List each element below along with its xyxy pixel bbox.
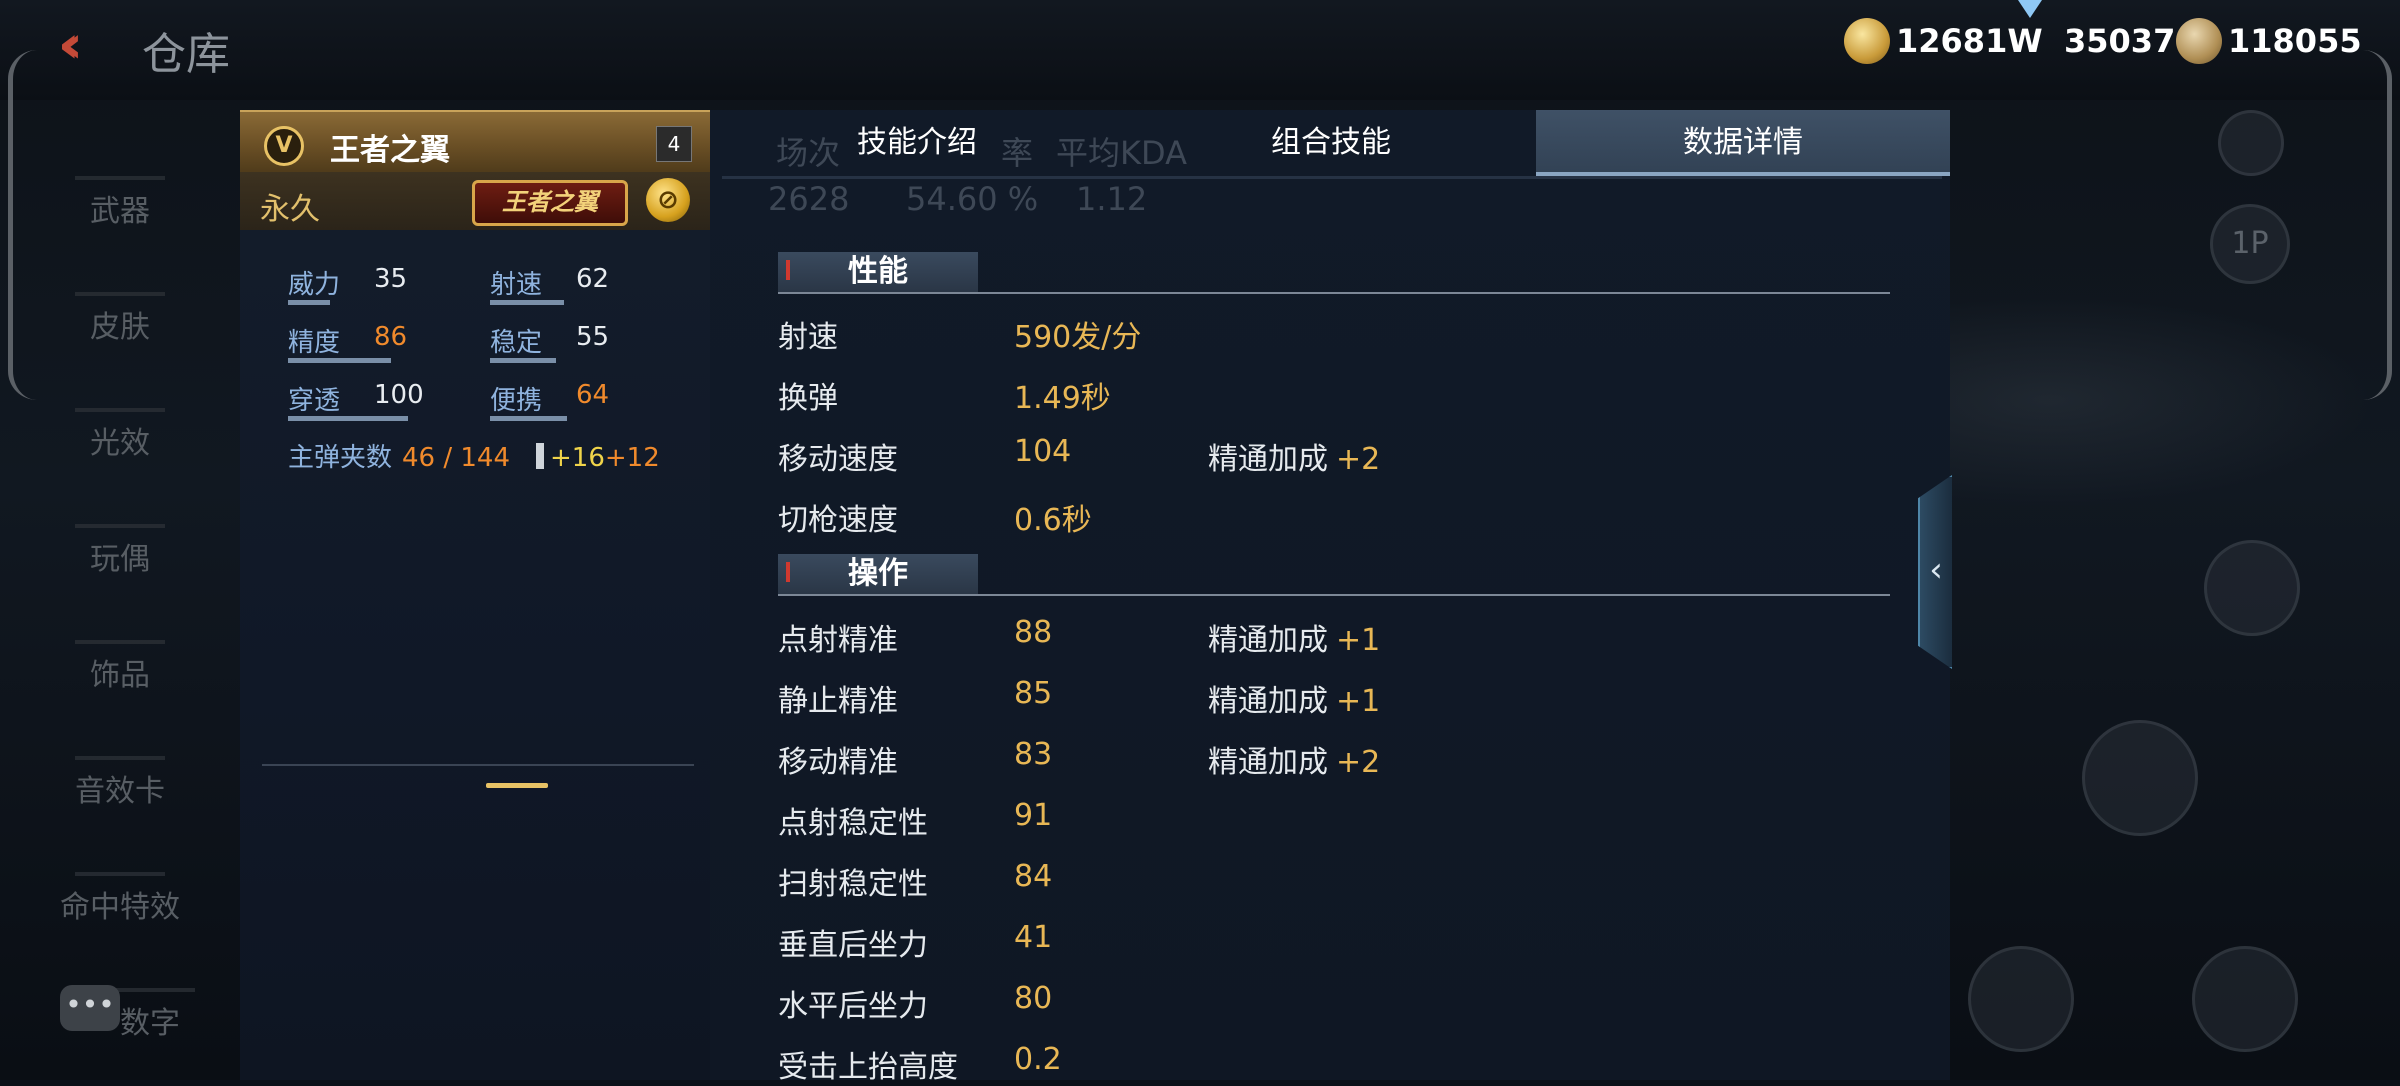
back-arrow-icon[interactable]: ‹‹ xyxy=(58,19,112,71)
weapon-info-panel: V 王者之翼 4 永久 王者之翼 ⊘ 威力 35 射速 62 精度 86 稳定 … xyxy=(240,110,712,1080)
bullet-icon[interactable] xyxy=(2082,720,2198,836)
stat-penetration: 穿透 100 xyxy=(288,380,424,421)
diamond-currency[interactable]: 35037 xyxy=(2006,0,2176,64)
category-sound-card[interactable]: 音效卡 xyxy=(0,730,240,810)
stat-bar xyxy=(490,300,564,305)
category-effect[interactable]: 光效 xyxy=(0,382,240,462)
section-title: 性能 xyxy=(778,252,978,292)
medal-currency[interactable]: 118055 xyxy=(2176,18,2362,64)
diamond-icon xyxy=(2006,0,2058,64)
category-hit-effect[interactable]: 命中特效 xyxy=(0,846,240,926)
medal-coin-icon xyxy=(2176,18,2222,64)
right-frame-bracket xyxy=(2363,50,2392,400)
vip-icon: V xyxy=(264,126,304,166)
stat-power: 威力 35 xyxy=(288,264,407,305)
section-header-performance: 性能 xyxy=(778,252,1890,294)
drag-handle[interactable] xyxy=(486,783,548,788)
tab-combo-skill[interactable]: 组合技能 xyxy=(1124,110,1538,176)
mastery-bonus: 精通加成 +2 xyxy=(1208,442,1381,477)
tab-underline xyxy=(722,176,1942,179)
bullet-icon xyxy=(536,443,545,469)
eye-hide-icon[interactable] xyxy=(2192,946,2298,1052)
ammo-bonus-1: +16 xyxy=(550,443,605,473)
tab-data-details[interactable]: 数据详情 xyxy=(1536,110,1950,176)
medal-amount: 118055 xyxy=(2228,22,2362,60)
stat-bar xyxy=(288,300,330,305)
ammo-info: 主弹夹数 46 / 144 +16+12 xyxy=(288,437,660,474)
ammo-bonus-2: +12 xyxy=(604,443,660,473)
chat-bubble-icon[interactable]: ••• xyxy=(60,985,120,1031)
stat-accuracy: 精度 86 xyxy=(288,322,407,363)
swap-icon[interactable] xyxy=(1968,946,2074,1052)
stat-fire-rate: 射速 62 xyxy=(490,264,609,305)
settings-icon[interactable] xyxy=(2218,110,2284,176)
weapon-subheader: 永久 王者之翼 ⊘ xyxy=(240,172,710,230)
section-header-operation: 操作 xyxy=(778,554,1890,596)
ammo-value: 46 / 144 xyxy=(402,443,511,473)
stat-stability: 稳定 55 xyxy=(490,322,609,363)
page-title: 仓库 xyxy=(142,29,230,80)
stat-bar xyxy=(288,416,408,421)
stat-bar xyxy=(288,358,391,363)
category-weapon[interactable]: 武器 xyxy=(0,150,240,230)
category-doll[interactable]: 玩偶 xyxy=(0,498,240,578)
mastery-bonus: 精通加成 +1 xyxy=(1208,623,1381,658)
category-accessory[interactable]: 饰品 xyxy=(0,614,240,694)
diamond-amount: 35037 xyxy=(2064,22,2176,60)
details-panel: 场次 率 平均KDA 2628 54.60 % 1.12 技能介绍 组合技能 数… xyxy=(710,110,1950,1085)
stat-portability: 便携 64 xyxy=(490,380,609,421)
view-toggle-1p[interactable]: 1P xyxy=(2210,204,2290,284)
mastery-bonus: 精通加成 +2 xyxy=(1208,745,1381,780)
gold-medal-icon[interactable]: ⊘ xyxy=(646,178,690,222)
weapon-name: 王者之翼 xyxy=(330,133,450,168)
weapon-header: V 王者之翼 4 xyxy=(240,110,710,174)
divider xyxy=(262,764,694,766)
collapse-arrow-icon[interactable]: ‹ xyxy=(1918,475,1952,669)
section-title: 操作 xyxy=(778,554,978,594)
weapon-duration: 永久 xyxy=(260,192,320,227)
stat-bar xyxy=(490,358,556,363)
tab-bar: 技能介绍 组合技能 数据详情 xyxy=(710,110,1950,176)
gold-coin-icon xyxy=(1844,18,1890,64)
mastery-bonus: 精通加成 +1 xyxy=(1208,684,1381,719)
category-skin[interactable]: 皮肤 xyxy=(0,266,240,346)
weapon-title-badge: 王者之翼 xyxy=(472,180,628,226)
ammo-label: 主弹夹数 xyxy=(288,443,393,473)
weapon-count-badge: 4 xyxy=(656,126,692,162)
throw-icon[interactable] xyxy=(2204,540,2300,636)
stat-bar xyxy=(490,416,567,421)
tab-skill-intro[interactable]: 技能介绍 xyxy=(710,110,1124,176)
